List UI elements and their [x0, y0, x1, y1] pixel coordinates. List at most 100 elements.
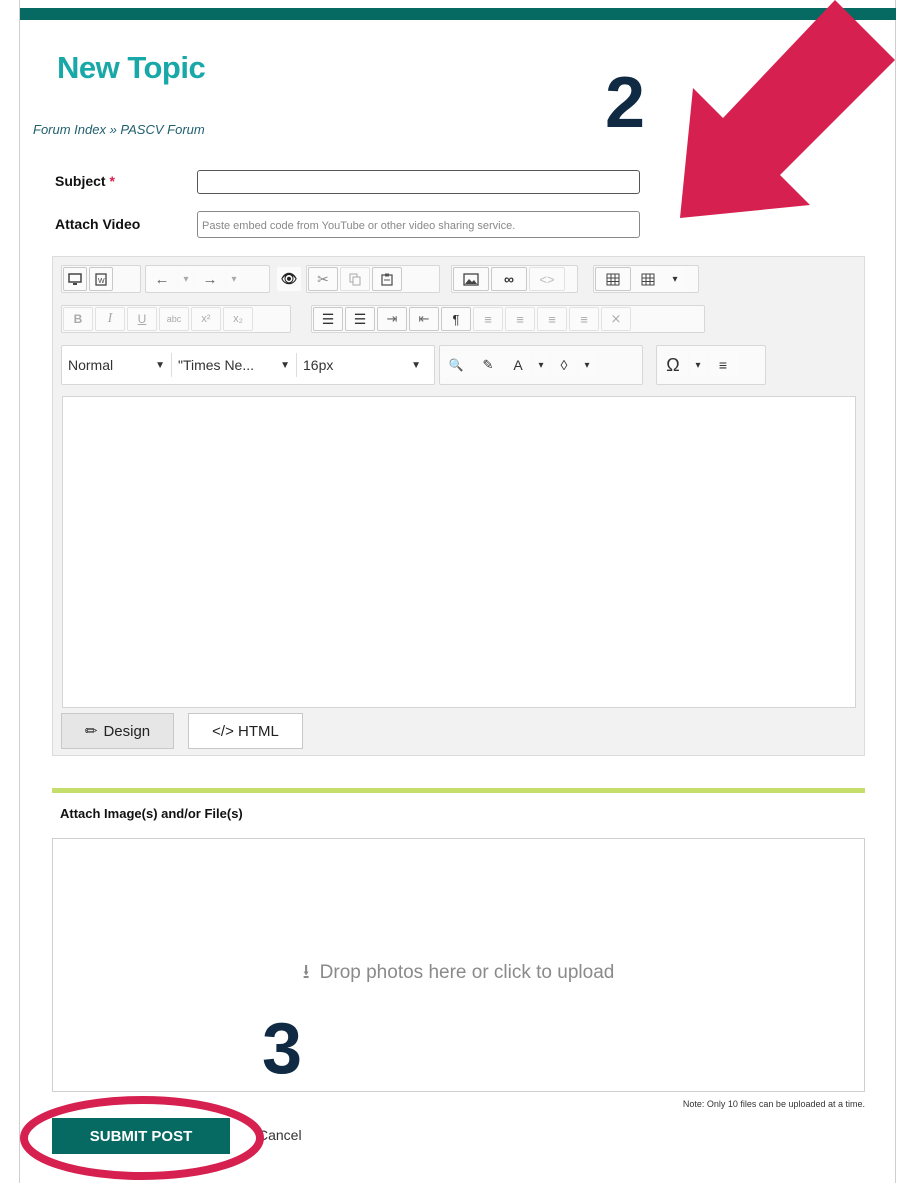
chevron-down-icon: ▼ [155, 359, 165, 371]
tab-html-label: </> HTML [212, 722, 279, 740]
binoculars-icon: 🔍 [448, 358, 464, 372]
unlink-icon: <> [539, 271, 555, 287]
paragraph-button[interactable]: ¶ [441, 307, 471, 331]
word-icon: W [95, 272, 107, 286]
font-size-select[interactable]: 16px ▼ [297, 353, 427, 377]
toolbar-group-color: 🔍 ✎ A ▾ ◊ ▾ [439, 345, 643, 385]
find-replace-button[interactable]: 🔍 [441, 353, 471, 377]
clipboard-icon [381, 273, 393, 286]
toolbar-group-paragraph: ☰ ☰ ⇥ ⇤ ¶ ≡ ≡ ≡ ≡ ⨯ [311, 305, 705, 333]
italic-button[interactable]: I [95, 307, 125, 331]
font-family-select[interactable]: "Times Ne... ▼ [172, 353, 297, 377]
clear-format-button[interactable]: ⨯ [601, 307, 631, 331]
pencil-icon: ✏ [84, 723, 98, 740]
numbered-list-icon: ☰ [353, 310, 367, 327]
step-three-marker: 3 [262, 1009, 303, 1089]
redo-button[interactable]: → [195, 267, 225, 291]
format-select[interactable]: Normal ▼ [62, 353, 172, 377]
copy-icon [349, 273, 361, 285]
chevron-down-icon: ▾ [538, 359, 544, 371]
editor-content-area[interactable] [62, 396, 856, 708]
toolbar-group-font: Normal ▼ "Times Ne... ▼ 16px ▼ [61, 345, 435, 385]
chevron-down-icon: ▼ [411, 359, 421, 371]
paste-word-button[interactable]: W [89, 267, 113, 291]
cut-button[interactable]: ✂ [308, 267, 338, 291]
special-character-dropdown[interactable]: ▾ [690, 353, 706, 377]
table-icon [606, 273, 620, 285]
numbered-list-button[interactable]: ☰ [345, 307, 375, 331]
table-dropdown[interactable]: ▾ [665, 267, 685, 291]
breadcrumb[interactable]: Forum Index » PASCV Forum [33, 122, 205, 137]
clear-format-icon: ⨯ [610, 311, 622, 326]
remove-link-button[interactable]: <> [529, 267, 565, 291]
format-painter-button[interactable]: ✎ [473, 353, 503, 377]
redo-dropdown[interactable]: ▾ [227, 267, 241, 291]
tab-html[interactable]: </> HTML [188, 713, 303, 749]
copy-button[interactable] [340, 267, 370, 291]
toolbar-group-paste: W [61, 265, 141, 293]
subject-label: Subject * [55, 173, 115, 189]
bullet-list-button[interactable]: ☰ [313, 307, 343, 331]
chevron-down-icon: ▾ [584, 359, 590, 371]
align-left-button[interactable]: ≡ [473, 307, 503, 331]
paste-button[interactable] [372, 267, 402, 291]
superscript-button[interactable]: x² [191, 307, 221, 331]
find-button[interactable]: 👁 [277, 267, 301, 291]
toolbar-group-insert: ∞ <> [451, 265, 578, 293]
paragraph-format-button[interactable]: ≡ [708, 353, 738, 377]
paste-plain-button[interactable] [63, 267, 87, 291]
background-color-dropdown[interactable]: ▾ [579, 353, 595, 377]
chevron-down-icon: ▼ [280, 359, 290, 371]
align-justify-icon: ≡ [580, 311, 588, 327]
align-right-button[interactable]: ≡ [537, 307, 567, 331]
dropzone-prompt: ⭳ Drop photos here or click to upload [53, 957, 864, 991]
binoculars-icon: 👁 [280, 271, 298, 286]
video-embed-input[interactable] [197, 211, 640, 238]
highlight-ellipse-icon [20, 1096, 264, 1180]
subscript-button[interactable]: x₂ [223, 307, 253, 331]
file-dropzone[interactable]: ⭳ Drop photos here or click to upload [52, 838, 865, 1092]
tab-design[interactable]: ✏ Design [61, 713, 174, 749]
align-center-button[interactable]: ≡ [505, 307, 535, 331]
chevron-down-icon: ▾ [695, 359, 701, 371]
toolbar-group-text-style: B I U abc x² x₂ [61, 305, 291, 333]
background-color-button[interactable]: ◊ [551, 353, 577, 377]
page-title: New Topic [57, 50, 206, 85]
indent-button[interactable]: ⇥ [377, 307, 407, 331]
chevron-down-icon: ▾ [672, 273, 678, 285]
font-color-button[interactable]: A [505, 353, 531, 377]
align-center-icon: ≡ [516, 311, 524, 327]
strikethrough-button[interactable]: abc [159, 307, 189, 331]
insert-table-button[interactable] [633, 267, 663, 291]
font-color-dropdown[interactable]: ▾ [533, 353, 549, 377]
redo-icon: → [202, 270, 218, 288]
format-select-value: Normal [68, 357, 114, 373]
image-icon [463, 272, 479, 286]
outdent-button[interactable]: ⇤ [409, 307, 439, 331]
insert-image-button[interactable] [453, 267, 489, 291]
pointer-arrow-icon [680, 0, 895, 218]
insert-link-button[interactable]: ∞ [491, 267, 527, 291]
align-left-icon: ≡ [718, 357, 728, 373]
tab-design-label: Design [103, 722, 151, 740]
justify-button[interactable]: ≡ [569, 307, 599, 331]
font-size-select-value: 16px [303, 357, 334, 373]
table-properties-button[interactable] [595, 267, 631, 291]
step-two-marker: 2 [605, 63, 646, 143]
attachments-heading: Attach Image(s) and/or File(s) [60, 806, 243, 821]
align-right-icon: ≡ [548, 311, 556, 327]
table-grid-icon [641, 273, 655, 285]
underline-button[interactable]: U [127, 307, 157, 331]
toolbar-group-table: ▾ [593, 265, 699, 293]
special-character-button[interactable]: Ω [658, 353, 688, 377]
subject-label-text: Subject [55, 173, 106, 189]
bold-button[interactable]: B [63, 307, 93, 331]
subject-input[interactable] [197, 170, 640, 194]
upload-icon: ⭳ [302, 961, 310, 983]
undo-dropdown[interactable]: ▾ [179, 267, 193, 291]
link-icon: ∞ [504, 271, 514, 287]
undo-button[interactable]: ← [147, 267, 177, 291]
toolbar-group-find: 👁 [275, 265, 303, 293]
chevron-down-icon: ▾ [231, 273, 237, 285]
toolbar-group-history: ← ▾ → ▾ [145, 265, 270, 293]
